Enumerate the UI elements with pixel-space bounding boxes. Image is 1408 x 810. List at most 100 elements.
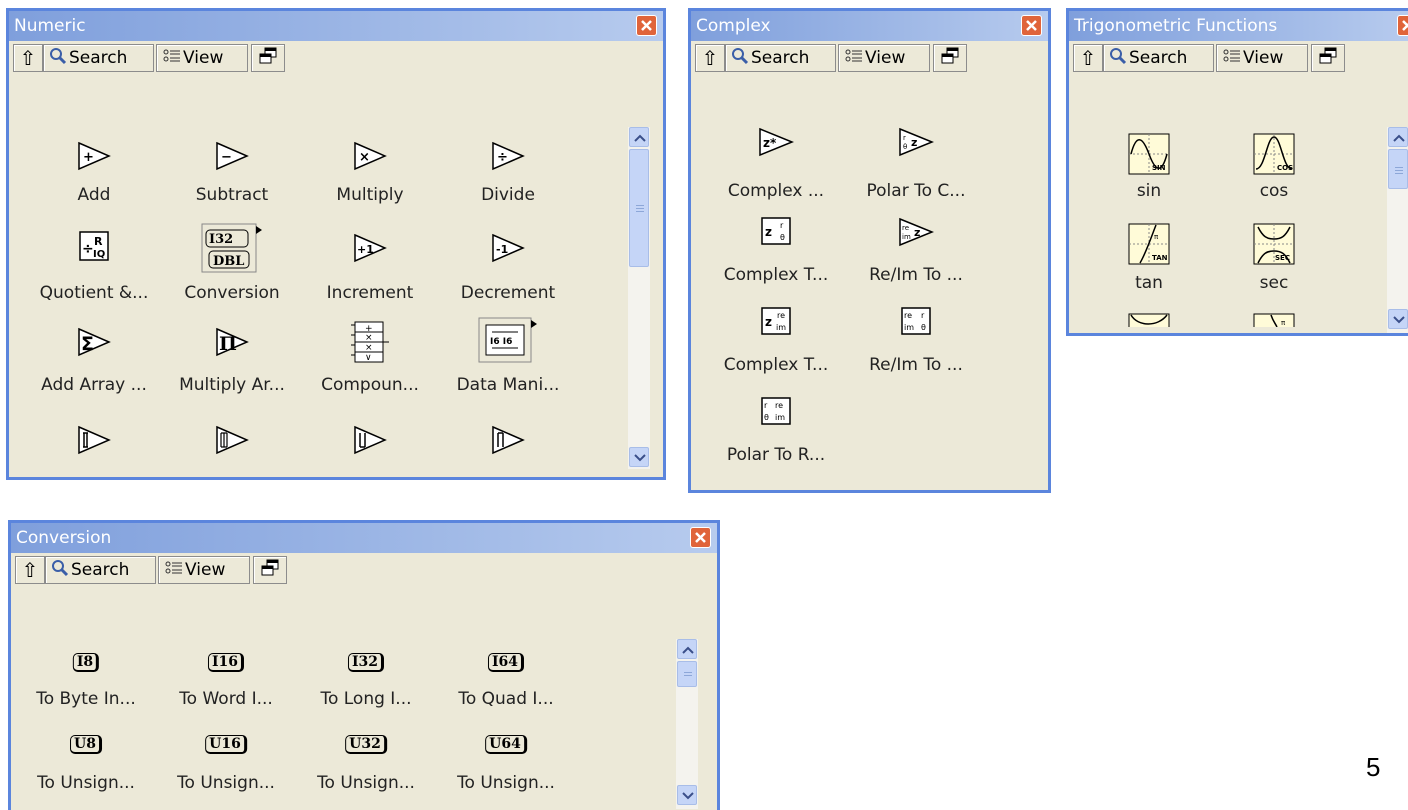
- type-tag: U32: [345, 735, 387, 754]
- scroll-down-button[interactable]: [629, 447, 649, 467]
- palette-item-divide[interactable]: ÷ Divide: [443, 141, 573, 221]
- scroll-up-button[interactable]: [677, 639, 697, 659]
- trig-titlebar[interactable]: Trigonometric Functions: [1069, 11, 1408, 41]
- search-icon: [1109, 47, 1127, 70]
- scroll-down-button[interactable]: [1388, 309, 1408, 329]
- conversion-titlebar[interactable]: Conversion: [11, 523, 717, 553]
- palette-item-subtract[interactable]: − Subtract: [167, 141, 297, 221]
- close-button[interactable]: [1397, 15, 1408, 36]
- svg-text:z: z: [765, 225, 772, 239]
- complex-to-polar-icon: zrθ: [761, 217, 791, 249]
- item-label: Polar To C...: [866, 181, 966, 201]
- palette-item-to-unsigned-long[interactable]: U32 To Unsign...: [301, 733, 431, 809]
- palette-item-to-unsigned-quad[interactable]: U64 To Unsign...: [441, 733, 571, 809]
- palette-item-quotient-remainder[interactable]: ÷ R IQ Quotient &...: [29, 229, 159, 309]
- up-button[interactable]: ⇧: [695, 44, 725, 72]
- palette-item-polar-to-complex[interactable]: rθz Polar To C...: [851, 127, 981, 207]
- re-im-to-complex-icon: re im z: [898, 217, 934, 251]
- window-options-button[interactable]: [933, 44, 967, 72]
- scroll-thumb[interactable]: [1388, 149, 1408, 189]
- multiply-array-icon: Π: [215, 327, 249, 361]
- up-button[interactable]: ⇧: [13, 44, 43, 72]
- scroll-thumb[interactable]: [629, 149, 649, 267]
- decrement-icon: -1: [491, 233, 525, 267]
- view-button[interactable]: View: [1216, 44, 1308, 72]
- palette-item-data-manipulation[interactable]: I6 I6 Data Mani...: [443, 317, 573, 407]
- palette-item-sin[interactable]: SIN sin: [1084, 133, 1214, 213]
- palette-item-partial[interactable]: [1084, 313, 1214, 327]
- palette-item-partial[interactable]: π: [1209, 313, 1339, 327]
- svg-text:z: z: [914, 226, 920, 239]
- palette-item-to-unsigned-byte[interactable]: U8 To Unsign...: [21, 733, 151, 809]
- palette-item-conversion[interactable]: I32 DBL Conversion: [167, 223, 297, 309]
- search-icon: [731, 47, 749, 70]
- view-button[interactable]: View: [158, 556, 250, 584]
- vertical-scrollbar[interactable]: [1387, 127, 1408, 333]
- palette-item-to-byte-integer[interactable]: I8 To Byte In...: [21, 651, 151, 721]
- sec-glyph: SEC: [1275, 254, 1290, 262]
- window-options-button[interactable]: [253, 556, 287, 584]
- window-options-button[interactable]: [1311, 44, 1345, 72]
- palette-item-partial[interactable]: [167, 425, 297, 459]
- palette-item-add-array[interactable]: Σ Add Array ...: [29, 327, 159, 407]
- palette-item-partial[interactable]: [29, 425, 159, 459]
- scroll-up-button[interactable]: [1388, 127, 1408, 147]
- numeric-titlebar[interactable]: Numeric: [9, 11, 663, 41]
- palette-item-to-long-integer[interactable]: I32 To Long I...: [301, 651, 431, 721]
- item-label: Increment: [326, 283, 414, 303]
- view-button[interactable]: View: [838, 44, 930, 72]
- palette-item-complex-to-re-im[interactable]: z re im Complex T...: [711, 307, 841, 387]
- palette-item-complex-conjugate[interactable]: z* Complex ...: [711, 127, 841, 207]
- palette-item-complex-to-polar[interactable]: zrθ Complex T...: [711, 217, 841, 297]
- search-button[interactable]: Search: [43, 44, 154, 72]
- scroll-down-button[interactable]: [677, 785, 697, 805]
- palette-item-multiply[interactable]: × Multiply: [305, 141, 435, 221]
- svg-text:θ: θ: [921, 323, 926, 332]
- increment-icon: +1: [353, 233, 387, 267]
- svg-text:im: im: [904, 323, 914, 332]
- search-button[interactable]: Search: [1103, 44, 1214, 72]
- close-button[interactable]: [1021, 15, 1042, 36]
- window-options-button[interactable]: [251, 44, 285, 72]
- up-button[interactable]: ⇧: [15, 556, 45, 584]
- sine-icon: SIN: [1128, 133, 1170, 179]
- i8-type-icon: I8: [72, 651, 100, 672]
- palette-item-polar-to-re-im[interactable]: r θ re im Polar To R...: [711, 397, 841, 477]
- palette-item-to-unsigned-word[interactable]: U16 To Unsign...: [161, 733, 291, 809]
- search-button[interactable]: Search: [45, 556, 156, 584]
- svg-text:im: im: [775, 413, 785, 422]
- up-button[interactable]: ⇧: [1073, 44, 1103, 72]
- scroll-thumb[interactable]: [677, 661, 697, 687]
- up-arrow-icon: ⇧: [701, 46, 719, 70]
- palette-item-to-word-integer[interactable]: I16 To Word I...: [161, 651, 291, 721]
- palette-item-partial[interactable]: [305, 425, 435, 459]
- type-tag: I16: [207, 653, 245, 672]
- palette-item-add[interactable]: + Add: [29, 141, 159, 221]
- palette-item-cos[interactable]: COS cos: [1209, 133, 1339, 213]
- close-button[interactable]: [636, 15, 657, 36]
- palette-item-to-quad-integer[interactable]: I64 To Quad I...: [441, 651, 571, 721]
- palette-item-increment[interactable]: +1 Increment: [305, 233, 435, 313]
- palette-item-decrement[interactable]: -1 Decrement: [443, 233, 573, 313]
- palette-item-sec[interactable]: SEC sec: [1209, 223, 1339, 303]
- scroll-up-button[interactable]: [629, 127, 649, 147]
- palette-item-compound-arithmetic[interactable]: + × × ∨ Compoun...: [305, 321, 435, 407]
- svg-text:×: ×: [365, 333, 373, 343]
- type-tag: I32: [347, 653, 385, 672]
- close-button[interactable]: [690, 527, 711, 548]
- view-list-icon: [163, 48, 181, 69]
- palette-item-partial[interactable]: [443, 425, 573, 459]
- view-button[interactable]: View: [156, 44, 248, 72]
- item-label: To Unsign...: [317, 773, 415, 793]
- palette-item-tan[interactable]: π TAN tan: [1084, 223, 1214, 303]
- vertical-scrollbar[interactable]: [676, 639, 698, 809]
- item-label: Complex T...: [723, 355, 829, 375]
- palette-item-re-im-to-complex[interactable]: re im z Re/Im To ...: [851, 217, 981, 297]
- search-button[interactable]: Search: [725, 44, 836, 72]
- svg-text:r: r: [903, 134, 906, 142]
- vertical-scrollbar[interactable]: [628, 127, 650, 469]
- svg-text:im: im: [776, 323, 786, 332]
- complex-titlebar[interactable]: Complex: [691, 11, 1048, 41]
- palette-item-multiply-array[interactable]: Π Multiply Ar...: [167, 327, 297, 407]
- palette-item-re-im-to-polar[interactable]: re im r θ Re/Im To ...: [851, 307, 981, 387]
